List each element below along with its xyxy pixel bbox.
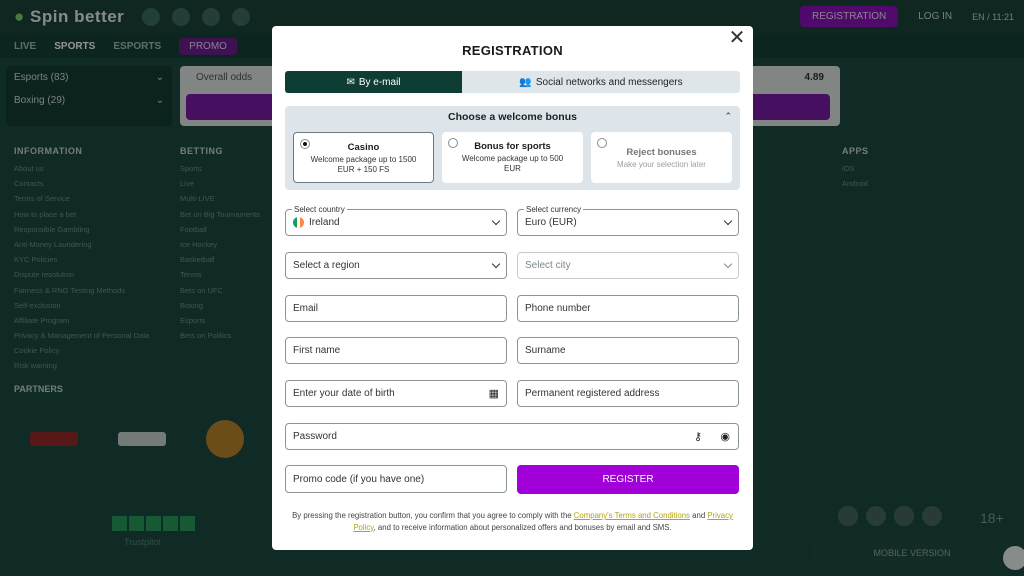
legal-text: , and to receive information about perso… <box>373 522 672 532</box>
tab-by-email[interactable]: ✉ By e-mail <box>285 71 462 93</box>
bonus-title: Reject bonuses <box>626 147 697 158</box>
promo-code-field[interactable]: Promo code (if you have one) <box>285 465 507 493</box>
legal-text: By pressing the registration button, you… <box>292 511 574 520</box>
calendar-icon[interactable]: ▦ <box>489 387 499 400</box>
password-placeholder: Password <box>293 431 337 442</box>
dob-placeholder: Enter your date of birth <box>293 388 395 399</box>
bonus-title: Bonus for sports <box>474 141 551 152</box>
bonus-desc: Welcome package up to 500 EUR <box>461 154 564 173</box>
chevron-down-icon <box>723 259 733 269</box>
key-icon[interactable]: ⚷ <box>694 430 702 443</box>
tab-social[interactable]: 👥 Social networks and messengers <box>462 71 740 93</box>
tab-label: Social networks and messengers <box>535 76 683 88</box>
radio-button[interactable] <box>597 138 607 148</box>
people-icon: 👥 <box>519 76 532 88</box>
legal-notice: By pressing the registration button, you… <box>284 510 741 533</box>
email-placeholder: Email <box>293 303 319 314</box>
first-name-placeholder: First name <box>293 345 341 356</box>
surname-field[interactable]: Surname <box>517 337 739 364</box>
chevron-down-icon <box>491 216 501 226</box>
promo-placeholder: Promo code (if you have one) <box>293 473 425 485</box>
bonus-desc: Make your selection later <box>617 160 706 169</box>
currency-label: Select currency <box>524 205 584 214</box>
date-of-birth-field[interactable]: Enter your date of birth ▦ <box>285 380 507 407</box>
country-label: Select country <box>292 205 347 214</box>
ireland-flag-icon <box>293 217 304 228</box>
eye-off-icon[interactable]: ◉ <box>720 430 730 443</box>
surname-placeholder: Surname <box>525 345 566 356</box>
bonus-heading: Choose a welcome bonus <box>448 111 577 123</box>
chevron-down-icon <box>723 216 733 226</box>
address-placeholder: Permanent registered address <box>525 388 660 399</box>
region-select[interactable]: Select a region <box>285 252 507 279</box>
chevron-down-icon <box>491 259 501 269</box>
bonus-option-sports[interactable]: Bonus for sports Welcome package up to 5… <box>442 132 583 183</box>
currency-value: Euro (EUR) <box>525 217 577 228</box>
bonus-desc: Welcome package up to 1500 EUR + 150 FS <box>310 155 417 174</box>
email-field[interactable]: Email <box>285 295 507 322</box>
welcome-bonus-section: Choose a welcome bonus ⌃ Casino Welcome … <box>285 106 740 190</box>
bonus-option-casino[interactable]: Casino Welcome package up to 1500 EUR + … <box>293 132 434 183</box>
region-placeholder: Select a region <box>293 260 360 271</box>
phone-placeholder: Phone number <box>525 303 591 314</box>
phone-field[interactable]: Phone number <box>517 295 739 322</box>
modal-title: REGISTRATION <box>462 43 563 58</box>
chevron-up-icon[interactable]: ⌃ <box>724 111 732 122</box>
country-value: Ireland <box>309 217 340 228</box>
envelope-icon: ✉ <box>346 76 355 88</box>
bonus-option-reject[interactable]: Reject bonuses Make your selection later <box>591 132 732 183</box>
city-placeholder: Select city <box>525 260 571 271</box>
legal-text: and <box>690 511 708 520</box>
registration-tabs: ✉ By e-mail 👥 Social networks and messen… <box>285 71 740 93</box>
country-select[interactable]: Select country Ireland <box>285 205 507 236</box>
tab-label: By e-mail <box>358 76 401 88</box>
password-field[interactable]: Password ⚷ ◉ <box>285 423 739 450</box>
bonus-title: Casino <box>347 142 380 153</box>
address-field[interactable]: Permanent registered address <box>517 380 739 407</box>
radio-button[interactable] <box>300 139 310 149</box>
register-button[interactable]: REGISTER <box>517 465 739 494</box>
terms-link[interactable]: Company's Terms and Conditions <box>574 511 690 520</box>
radio-button[interactable] <box>448 138 458 148</box>
registration-modal: ✕ REGISTRATION ✉ By e-mail 👥 Social netw… <box>272 26 753 550</box>
currency-select[interactable]: Select currency Euro (EUR) <box>517 205 739 236</box>
city-select[interactable]: Select city <box>517 252 739 279</box>
first-name-field[interactable]: First name <box>285 337 507 364</box>
